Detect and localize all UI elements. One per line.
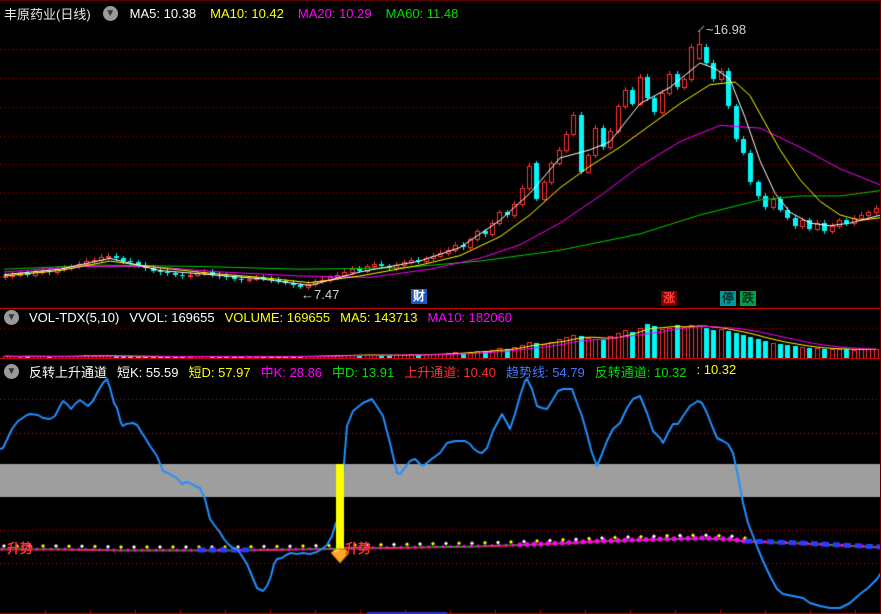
ma-value-label: MA5: 10.38 <box>129 6 197 21</box>
uptrend-label: 升势 <box>7 541 34 556</box>
limit-up-badge: 涨 <box>661 291 678 306</box>
volume-value-label: VOL-TDX(5,10) <box>29 310 120 325</box>
chevron-down-icon[interactable]: ▼ <box>4 364 19 379</box>
finance-news-badge: 财 <box>411 289 428 304</box>
volume-value-label: VOLUME: 169655 <box>224 310 331 325</box>
low-price-annotation: ←7.47 <box>301 287 340 302</box>
ma-value-label: MA20: 10.29 <box>297 6 372 21</box>
limit-down-badge: 跌 <box>740 291 757 306</box>
chevron-down-icon[interactable]: ▼ <box>102 6 118 21</box>
indicator-value-label: 中D: 13.91 <box>332 365 395 380</box>
peak-price-annotation: ~16.98 <box>706 22 747 37</box>
main-candlestick-chart[interactable] <box>0 1 880 308</box>
indicator-value-label: 上升通道: 10.40 <box>404 365 496 380</box>
indicator-header: ▼ 反转上升通道 短K: 55.59 短D: 57.97 中K: 28.86 中D: 1… <box>4 362 736 381</box>
indicator-value-label: 趋势线: 54.79 <box>505 365 585 380</box>
main-chart-header: 丰原药业(日线) ▼ MA5: 10.38 MA10: 10.42 MA20: 10… <box>4 4 458 23</box>
indicator-value-label: 反转通道: 10.32 <box>594 365 687 380</box>
stock-chart-window: 丰原药业(日线) ▼ MA5: 10.38 MA10: 10.42 MA20: 10… <box>0 0 881 614</box>
oscillator-chart[interactable] <box>0 359 880 614</box>
indicator-value-label: 反转上升通道 <box>29 365 108 380</box>
uptrend-label: 升势 <box>345 541 372 556</box>
volume-value-label: MA5: 143713 <box>340 310 418 325</box>
indicator-value-label: : 10.32 <box>696 362 737 377</box>
ma-value-label: MA60: 11.48 <box>385 6 459 21</box>
indicator-value-label: 短D: 57.97 <box>188 365 251 380</box>
indicator-value-label: 中K: 28.86 <box>260 365 323 380</box>
ma-value-label: MA10: 10.42 <box>210 6 284 21</box>
panel-divider <box>0 308 880 309</box>
volume-value-label: VVOL: 169655 <box>129 310 215 325</box>
volume-header: ▼ VOL-TDX(5,10) VVOL: 169655 VOLUME: 16965… <box>4 310 512 325</box>
stock-title: 丰原药业(日线) <box>4 7 91 22</box>
halt-badge: 停 <box>720 291 737 306</box>
chevron-down-icon[interactable]: ▼ <box>4 310 19 325</box>
panel-divider <box>0 358 880 359</box>
indicator-value-label: 短K: 55.59 <box>117 365 179 380</box>
volume-value-label: MA10: 182060 <box>427 310 513 325</box>
